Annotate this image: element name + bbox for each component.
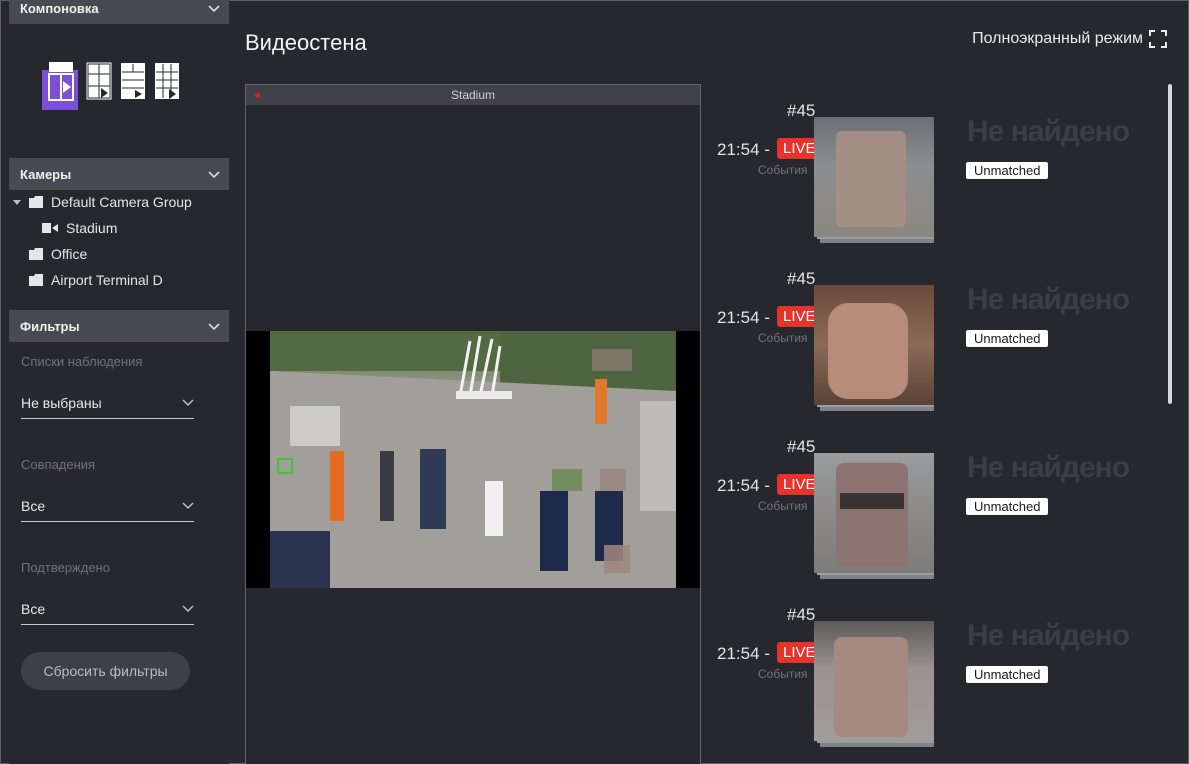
fullscreen-label: Полноэкранный режим bbox=[972, 30, 1143, 47]
matches-label: Совпадения bbox=[21, 457, 96, 472]
tree-item-label: Office bbox=[51, 246, 88, 262]
matches-select[interactable]: Все bbox=[21, 491, 194, 522]
event-card[interactable]: #45 21:54 - LIVE События Не найдено Unma… bbox=[705, 605, 1165, 747]
page-title: Видеостена bbox=[245, 30, 367, 55]
video-tile-title: Stadium bbox=[450, 88, 496, 102]
cameras-section-header[interactable]: Камеры bbox=[9, 158, 229, 190]
match-status: Не найдено bbox=[967, 115, 1130, 148]
events-scrollbar[interactable] bbox=[1168, 84, 1172, 404]
layout-section-header[interactable]: Компоновка bbox=[9, 0, 229, 24]
reset-filters-button[interactable]: Сбросить фильтры bbox=[21, 652, 190, 690]
match-status: Не найдено bbox=[967, 619, 1130, 652]
event-card[interactable]: #45 21:54 - LIVE События Не найдено Unma… bbox=[705, 269, 1165, 411]
tree-item-default-camera-group[interactable]: Default Camera Group bbox=[13, 194, 192, 210]
video-stream[interactable] bbox=[246, 331, 700, 588]
confirmed-select[interactable]: Все bbox=[21, 594, 194, 625]
chevron-down-icon bbox=[208, 171, 220, 179]
layout-list-icon[interactable] bbox=[120, 62, 146, 100]
layout-options bbox=[42, 62, 180, 110]
folder-icon bbox=[29, 274, 43, 286]
layout-1x1-icon[interactable] bbox=[42, 62, 78, 110]
event-time: 21:54 - bbox=[717, 476, 770, 495]
event-camera: События bbox=[758, 499, 808, 513]
unmatched-badge: Unmatched bbox=[966, 162, 1049, 179]
folder-icon bbox=[29, 196, 43, 208]
filters-header-label: Фильтры bbox=[20, 318, 80, 334]
video-tile-header: Stadium bbox=[246, 85, 700, 105]
face-thumbnail[interactable] bbox=[814, 453, 934, 579]
fullscreen-button[interactable]: Полноэкранный режим bbox=[972, 30, 1167, 48]
tree-item-stadium[interactable]: Stadium bbox=[42, 220, 117, 236]
video-camera-icon bbox=[42, 223, 58, 233]
tree-item-label: Default Camera Group bbox=[51, 194, 192, 210]
event-id: #45 bbox=[787, 101, 816, 120]
crowd-illustration bbox=[270, 331, 676, 588]
filters-section-header[interactable]: Фильтры bbox=[9, 310, 229, 342]
layout-2x2-icon[interactable] bbox=[86, 62, 112, 100]
chevron-down-icon bbox=[182, 605, 194, 612]
match-status: Не найдено bbox=[967, 451, 1130, 484]
event-time: 21:54 - bbox=[717, 140, 770, 159]
unmatched-badge: Unmatched bbox=[966, 330, 1049, 347]
watchlists-label: Списки наблюдения bbox=[21, 354, 143, 369]
unmatched-badge: Unmatched bbox=[966, 666, 1049, 683]
select-value: Все bbox=[21, 498, 46, 514]
face-thumbnail[interactable] bbox=[814, 117, 934, 243]
cameras-header-label: Камеры bbox=[20, 166, 72, 182]
chevron-down-icon bbox=[182, 502, 194, 509]
select-value: Не выбраны bbox=[21, 395, 102, 411]
video-tile-stadium[interactable]: Stadium bbox=[245, 84, 701, 764]
folder-icon bbox=[29, 248, 43, 260]
fullscreen-icon bbox=[1149, 30, 1167, 48]
event-id: #45 bbox=[787, 605, 816, 624]
unmatched-badge: Unmatched bbox=[966, 498, 1049, 515]
watchlists-select[interactable]: Не выбраны bbox=[21, 388, 194, 419]
event-id: #45 bbox=[787, 437, 816, 456]
chevron-down-icon bbox=[182, 399, 194, 406]
event-id: #45 bbox=[787, 269, 816, 288]
sidebar: Компоновка Камеры Default Camera Group S… bbox=[9, 0, 229, 764]
tree-item-office[interactable]: Office bbox=[29, 246, 87, 262]
event-time: 21:54 - bbox=[717, 644, 770, 663]
confirmed-label: Подтверждено bbox=[21, 560, 110, 575]
tree-item-airport-terminal-d[interactable]: Airport Terminal D bbox=[29, 272, 163, 288]
chevron-down-icon bbox=[208, 323, 220, 331]
event-card[interactable]: #45 21:54 - LIVE События Не найдено Unma… bbox=[705, 101, 1165, 243]
face-thumbnail[interactable] bbox=[814, 285, 934, 411]
chevron-down-icon bbox=[208, 5, 220, 13]
tree-item-label: Stadium bbox=[66, 220, 118, 236]
caret-down-icon[interactable] bbox=[13, 198, 21, 206]
stadium-scene-image bbox=[270, 331, 676, 588]
layout-header-label: Компоновка bbox=[20, 0, 99, 16]
event-card[interactable]: #45 21:54 - LIVE События Не найдено Unma… bbox=[705, 437, 1165, 579]
select-value: Все bbox=[21, 601, 46, 617]
event-time: 21:54 - bbox=[717, 308, 770, 327]
recording-indicator bbox=[255, 93, 260, 98]
event-camera: События bbox=[758, 331, 808, 345]
face-thumbnail[interactable] bbox=[814, 621, 934, 747]
event-camera: События bbox=[758, 163, 808, 177]
layout-grid-icon[interactable] bbox=[154, 62, 180, 100]
match-status: Не найдено bbox=[967, 283, 1130, 316]
event-camera: События bbox=[758, 667, 808, 681]
tree-item-label: Airport Terminal D bbox=[51, 272, 163, 288]
